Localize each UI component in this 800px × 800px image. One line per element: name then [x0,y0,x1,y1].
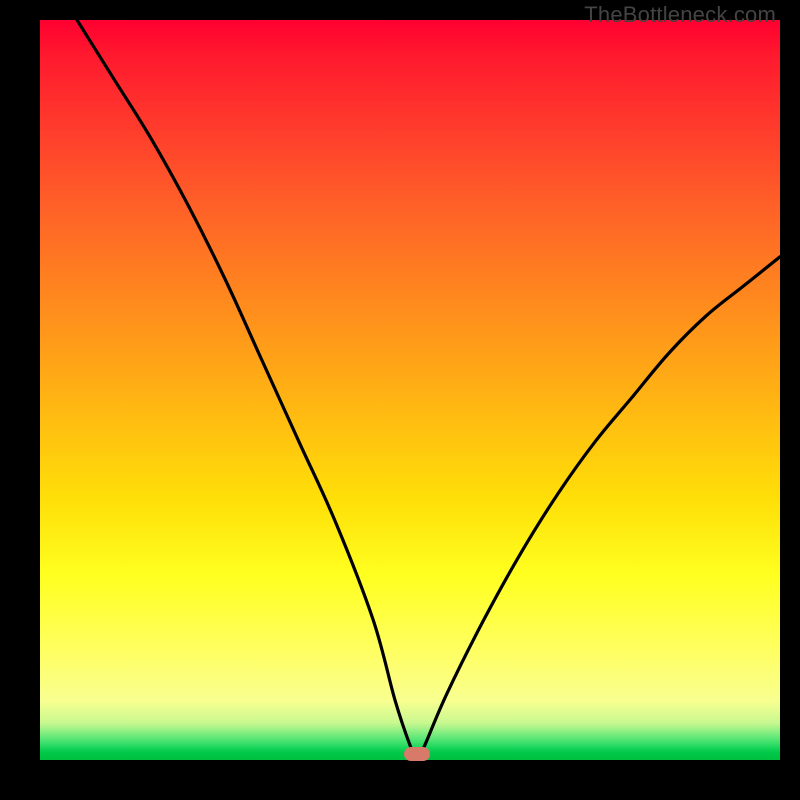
chart-frame: TheBottleneck.com [0,0,800,800]
curve-svg [40,20,780,760]
watermark-text: TheBottleneck.com [584,2,776,28]
optimal-point-marker [404,747,430,761]
bottleneck-curve-path [77,20,780,760]
plot-area [40,20,780,760]
